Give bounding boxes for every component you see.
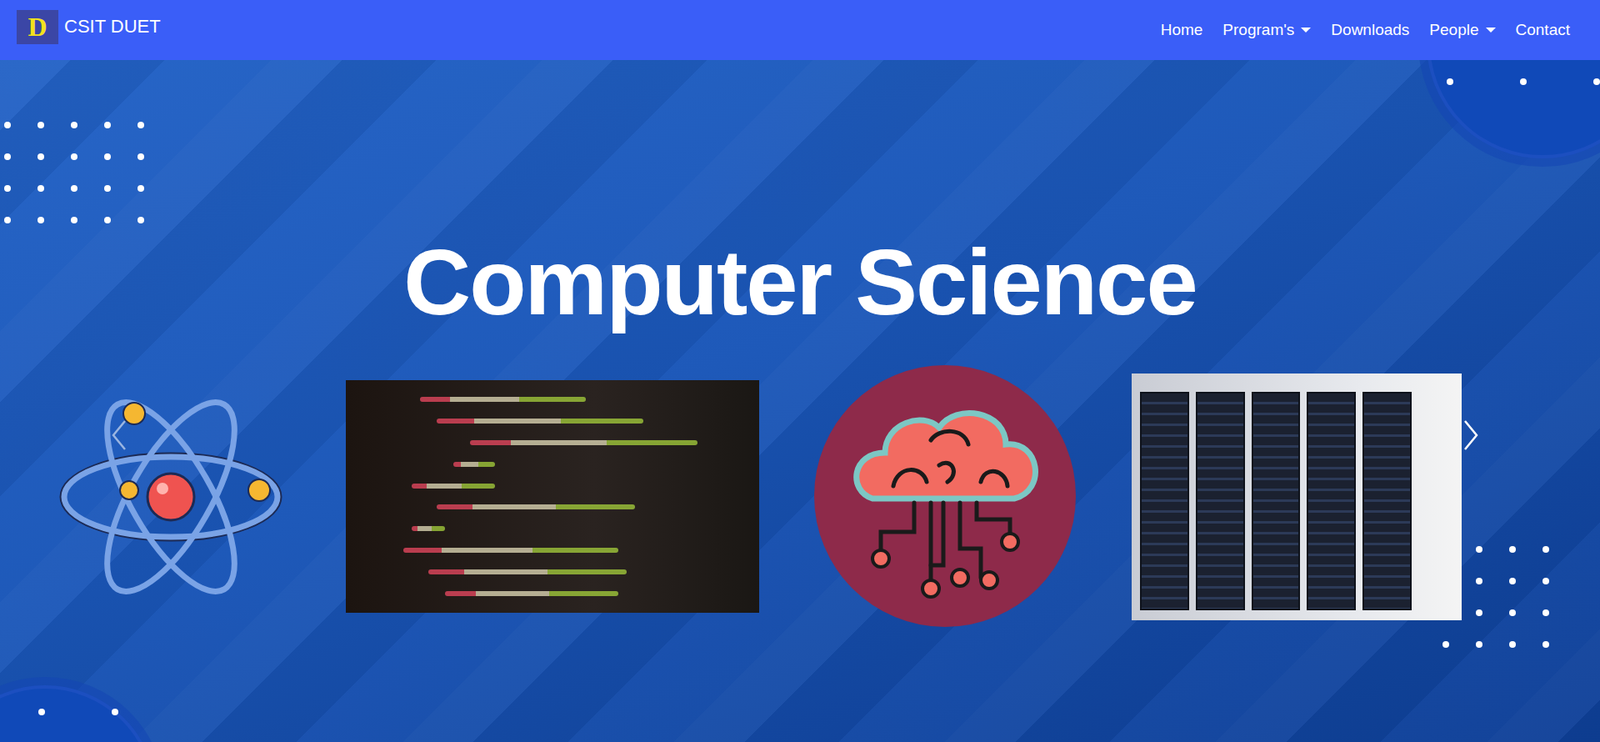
carousel-slide[interactable] — [345, 380, 760, 613]
chevron-right-icon — [1462, 418, 1480, 452]
cloud-brain-icon — [814, 365, 1077, 628]
nav-item[interactable]: Home — [1160, 20, 1204, 40]
brand-name[interactable]: CSIT DUET — [64, 15, 161, 38]
nav-item[interactable]: Downloads — [1330, 20, 1410, 40]
caret-icon — [1485, 27, 1496, 33]
nav-item[interactable]: People — [1429, 20, 1495, 40]
nav-item[interactable]: Program's — [1222, 20, 1311, 40]
carousel-slide[interactable] — [814, 365, 1077, 628]
chevron-left-icon — [110, 418, 128, 452]
logo-icon[interactable]: D — [16, 10, 59, 45]
carousel-slide[interactable] — [50, 388, 291, 605]
server-photo — [1131, 373, 1462, 620]
code-photo — [345, 380, 760, 613]
carousel-prev-button[interactable] — [110, 418, 128, 455]
atom-icon — [50, 388, 291, 605]
navbar: DCSIT DUET Home Program's Downloads People Co… — [0, 0, 1600, 60]
decor-dots — [38, 708, 119, 715]
hero: Computer Science — [0, 60, 1600, 742]
hero-title: Computer Science — [0, 225, 1600, 340]
decor-circle — [0, 685, 157, 742]
decor-circle — [1426, 60, 1600, 159]
nav-menu: Home Program's Downloads People Contact — [1160, 20, 1570, 40]
carousel — [0, 365, 1600, 628]
carousel-next-button[interactable] — [1462, 418, 1480, 455]
brand[interactable]: DCSIT DUET — [16, 10, 161, 45]
caret-icon — [1300, 27, 1311, 33]
decor-dots — [1446, 78, 1600, 85]
carousel-slide[interactable] — [1131, 373, 1462, 620]
decor-dots — [4, 121, 145, 224]
nav-item[interactable]: Contact — [1515, 20, 1570, 40]
page: DCSIT DUET Home Program's Downloads People Co… — [0, 0, 1600, 742]
